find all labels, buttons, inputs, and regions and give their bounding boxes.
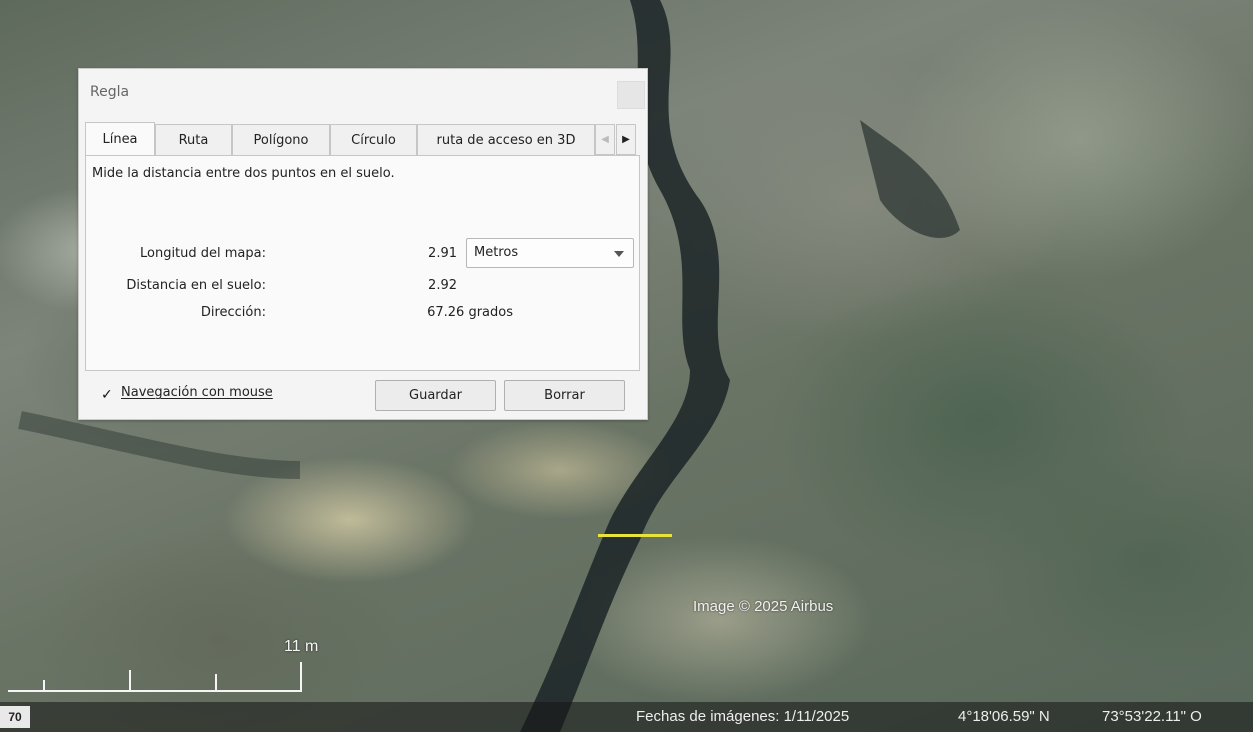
heading-value: 67.26 grados: [427, 305, 513, 320]
unit-select[interactable]: Metros: [466, 238, 634, 268]
status-bar: 70 Fechas de imágenes: 1/11/2025 4°18'06…: [0, 702, 1253, 732]
map-length-value: 2.91: [428, 246, 457, 261]
mouse-navigation-checkbox[interactable]: ✓ Navegación con mouse: [101, 385, 273, 402]
longitude-readout: 73°53'22.11" O: [1102, 708, 1202, 725]
ground-distance-value: 2.92: [428, 278, 457, 293]
tab-3d-path[interactable]: ruta de acceso en 3D: [417, 124, 595, 155]
tab-scroll-left-icon[interactable]: ◀: [595, 124, 615, 155]
measurement-line: [598, 534, 672, 537]
ground-distance-label: Distancia en el suelo:: [126, 278, 266, 293]
tab-circulo[interactable]: Círculo: [330, 124, 417, 155]
imagery-date: Fechas de imágenes: 1/11/2025: [636, 708, 850, 725]
close-button[interactable]: [617, 81, 645, 109]
ruler-dialog: Regla Línea Ruta Polígono Círculo ruta d…: [78, 68, 648, 420]
tab-poligono[interactable]: Polígono: [232, 124, 330, 155]
heading-label: Dirección:: [200, 305, 266, 320]
dialog-title: Regla: [90, 84, 130, 100]
checkmark-icon: ✓: [101, 387, 113, 403]
chevron-down-icon: [614, 251, 624, 257]
tab-ruta[interactable]: Ruta: [155, 124, 232, 155]
imagery-attribution: Image © 2025 Airbus: [693, 598, 834, 615]
save-button[interactable]: Guardar: [375, 380, 496, 411]
map-length-label: Longitud del mapa:: [139, 246, 266, 261]
description-text: Mide la distancia entre dos puntos en el…: [92, 166, 395, 181]
clear-button[interactable]: Borrar: [504, 380, 625, 411]
unit-select-value: Metros: [474, 245, 519, 260]
latitude-readout: 4°18'06.59" N: [958, 708, 1050, 725]
tab-bar: Línea Ruta Polígono Círculo ruta de acce…: [85, 122, 636, 155]
tab-linea[interactable]: Línea: [85, 122, 155, 155]
scale-bar: [8, 662, 302, 692]
tab-scroll-right-icon[interactable]: ▶: [616, 124, 636, 155]
scale-label: 11 m: [284, 638, 319, 655]
mouse-navigation-label: Navegación con mouse: [121, 385, 273, 400]
status-left-value: 70: [0, 706, 30, 728]
line-tab-panel: Mide la distancia entre dos puntos en el…: [85, 155, 640, 371]
